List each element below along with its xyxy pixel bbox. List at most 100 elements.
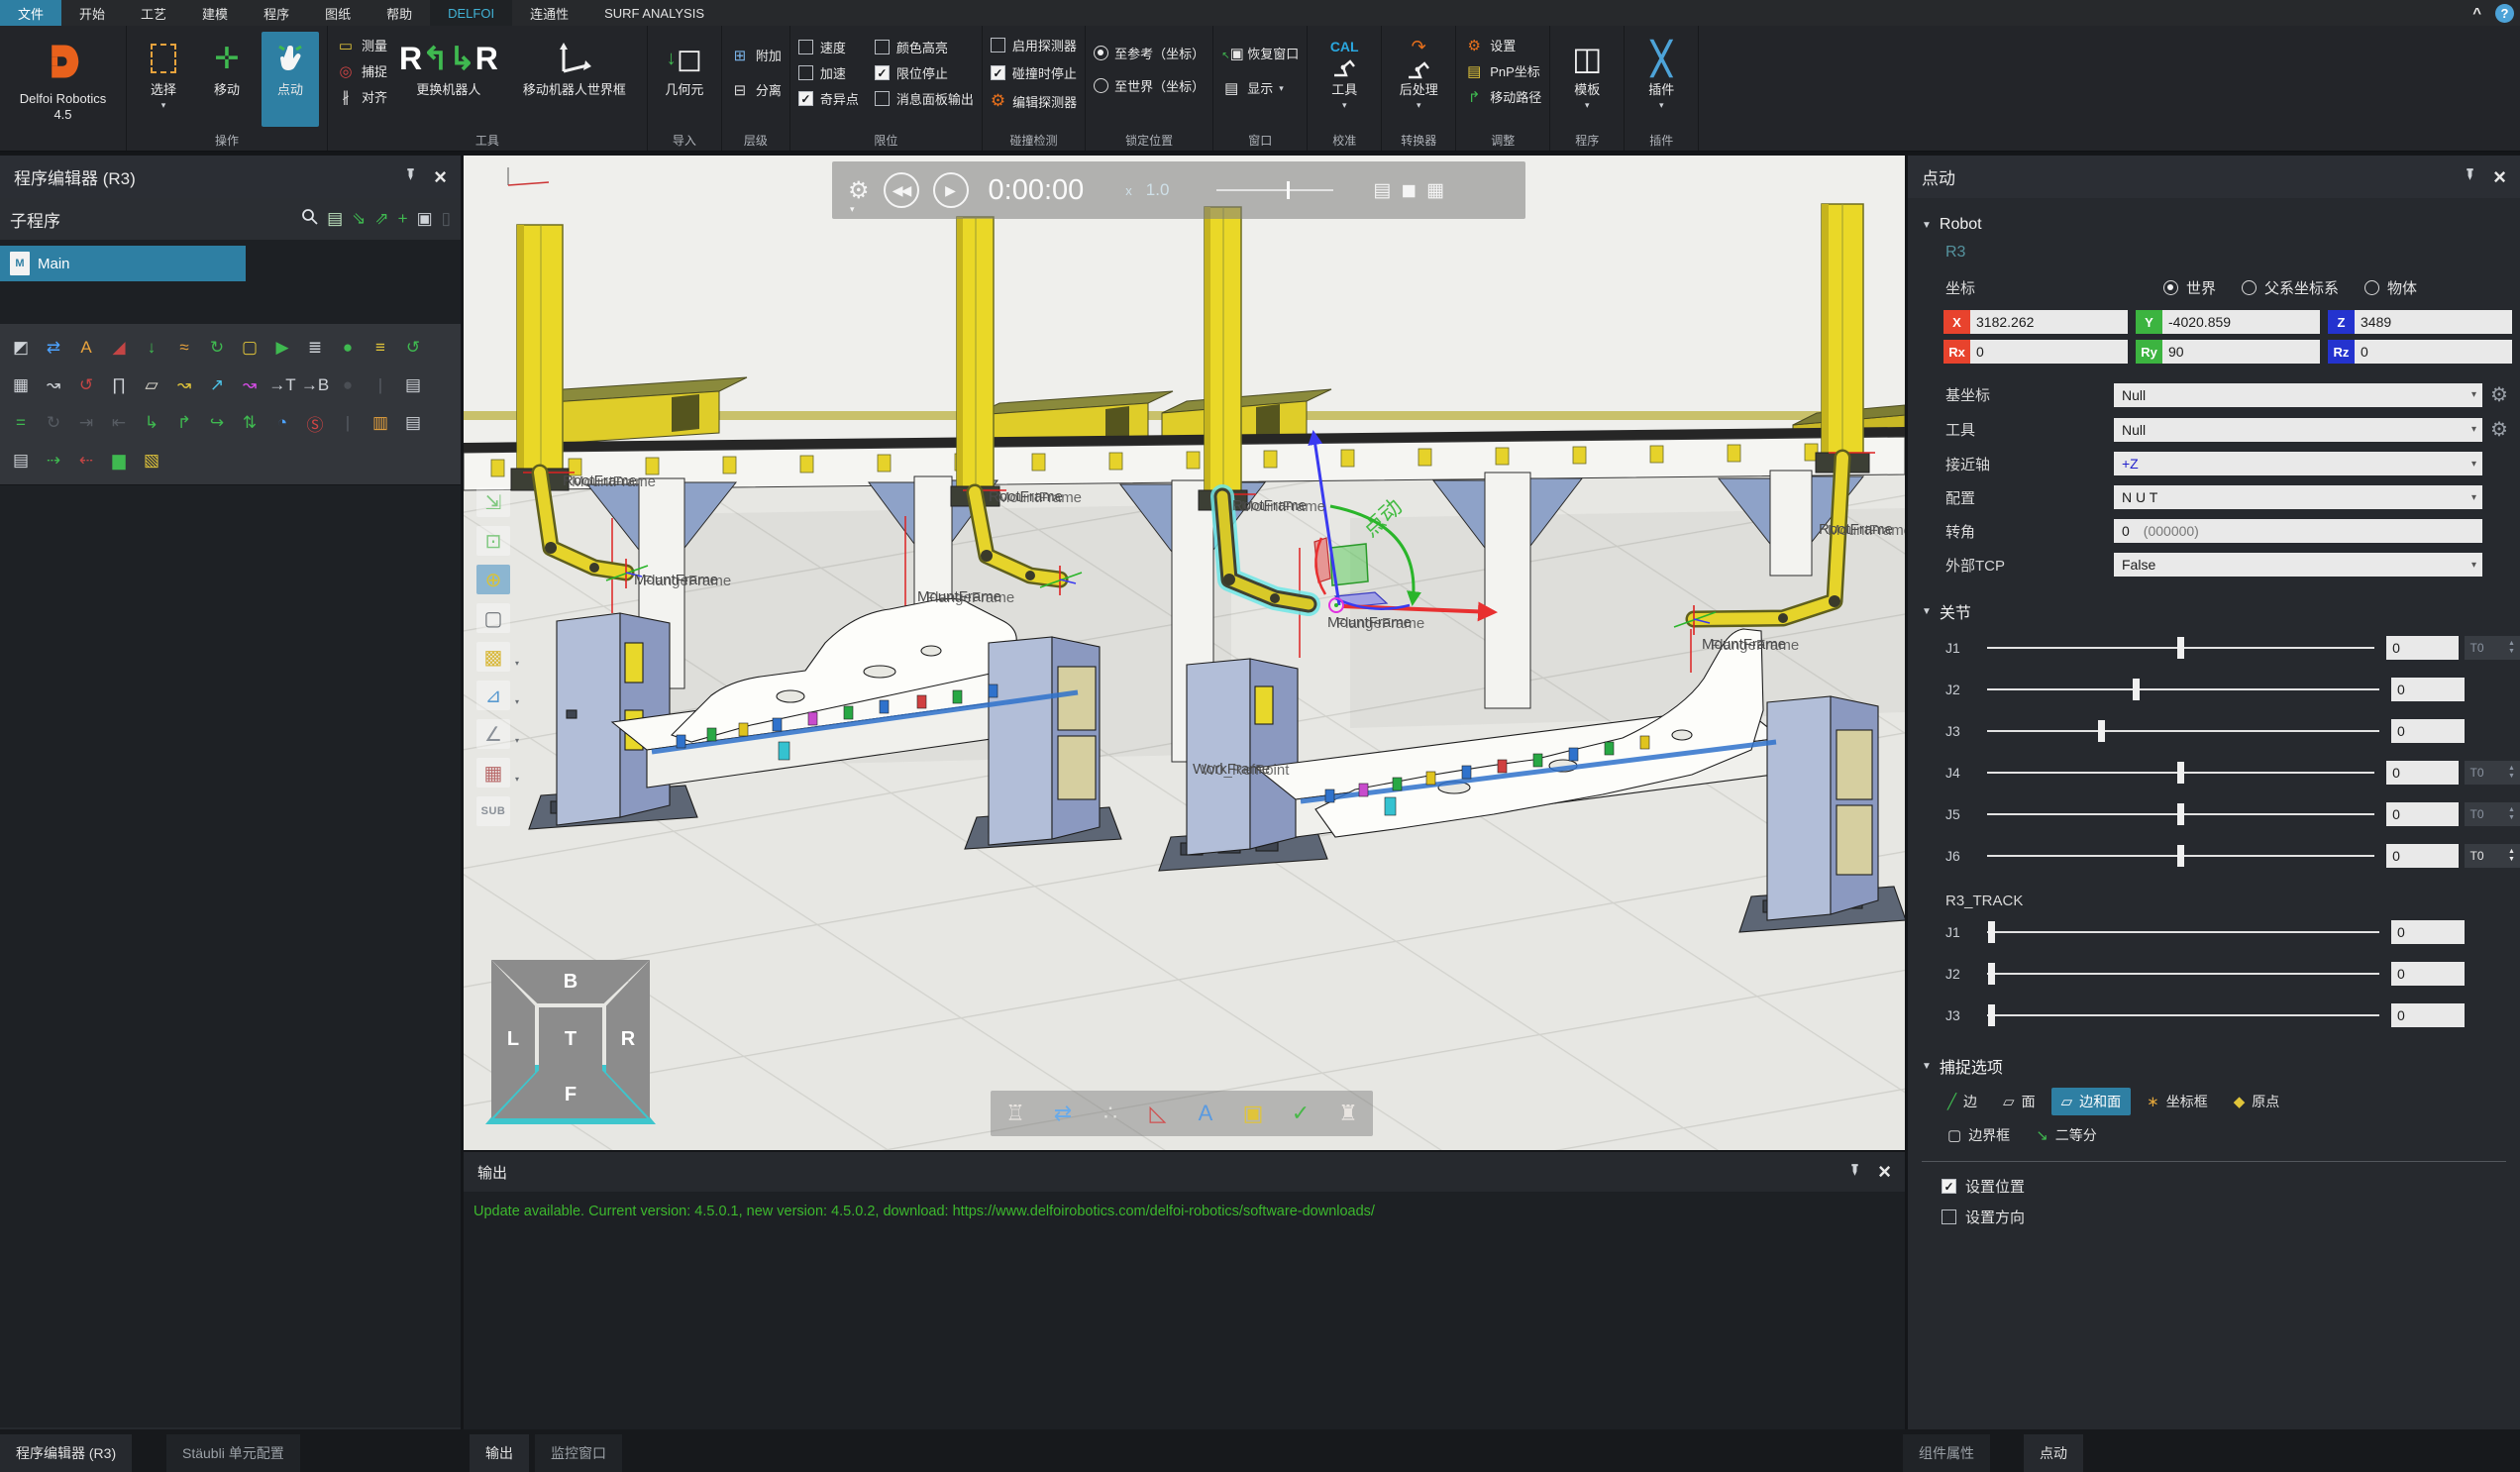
close-icon[interactable]: ×	[434, 166, 447, 188]
spinner-arrows-icon[interactable]: ▲▼	[2508, 806, 2515, 821]
close-icon[interactable]: ×	[2493, 166, 2506, 188]
step-in-icon[interactable]: ⇥	[71, 408, 101, 438]
pose-value[interactable]: 3489	[2355, 310, 2512, 334]
template-button[interactable]: ◫ 模板 ▾	[1558, 32, 1616, 127]
speed-value[interactable]: 1.0	[1146, 180, 1170, 200]
print-icon[interactable]: ▤	[6, 446, 36, 475]
joint-value[interactable]: 0	[2386, 761, 2459, 785]
robot-config-icon[interactable]: ♜	[1331, 1097, 1365, 1130]
expand-view-icon[interactable]: ⇲	[476, 487, 510, 517]
clipboard-icon[interactable]: ▥	[366, 408, 395, 438]
snap-button[interactable]: ◎ 捕捉	[336, 61, 387, 80]
view-cube[interactable]: B L R T F	[485, 954, 656, 1124]
to-world-radio[interactable]: 至世界（坐标）	[1094, 76, 1205, 95]
joint-value[interactable]: 0	[2391, 678, 2465, 701]
up-arrow-icon[interactable]: ▲	[2508, 848, 2515, 856]
joint-slider[interactable]	[1987, 772, 2375, 774]
server-settings-icon[interactable]: ≣	[300, 333, 330, 363]
snap-option-1-3[interactable]: ∗坐标框	[2137, 1088, 2218, 1115]
slider-handle[interactable]	[2098, 720, 2105, 742]
slider-handle[interactable]	[1988, 963, 1995, 985]
rewind-button[interactable]: ◀◀	[884, 172, 919, 208]
prop-value-1[interactable]: Null▾	[2114, 418, 2482, 442]
text-annotation-icon[interactable]: A	[71, 333, 101, 363]
menu-tab-0[interactable]: 文件	[0, 0, 61, 26]
to-reference-radio[interactable]: 至参考（坐标）	[1094, 44, 1205, 62]
slider-handle[interactable]	[2177, 762, 2184, 784]
collapse-ribbon-icon[interactable]: ^	[2472, 5, 2481, 22]
joint-slider[interactable]	[1987, 1014, 2379, 1016]
snap-option-1-0[interactable]: ╱边	[1938, 1088, 1987, 1115]
set-position-checkbox[interactable]: ✓ 设置位置	[1908, 1166, 2520, 1197]
joint-slider[interactable]	[1987, 855, 2375, 857]
prop-value-2[interactable]: +Z▾	[2114, 452, 2482, 475]
stop-icon[interactable]: Ⓢ	[300, 408, 330, 438]
task-list-icon[interactable]: ▤	[327, 209, 343, 229]
branch-down-icon[interactable]: ↳	[137, 408, 166, 438]
slider-handle[interactable]	[2177, 803, 2184, 825]
sub-view-icon[interactable]: SUB	[476, 796, 510, 826]
pin-icon[interactable]	[1847, 1163, 1862, 1182]
postprocess-button[interactable]: ↷ 后处理 ▾	[1390, 32, 1447, 127]
menu-tab-9[interactable]: SURF ANALYSIS	[586, 0, 722, 26]
pose-value[interactable]: 90	[2162, 340, 2320, 364]
set-direction-checkbox[interactable]: 设置方向	[1908, 1197, 2520, 1227]
prop-value-3[interactable]: N U T▾	[2114, 485, 2482, 509]
swap-window-icon[interactable]: ⇄	[1046, 1097, 1080, 1130]
pin-icon[interactable]	[2463, 167, 2477, 187]
output-tab-0[interactable]: 输出	[470, 1434, 529, 1472]
menu-tab-2[interactable]: 工艺	[123, 0, 184, 26]
bar-chart-icon[interactable]: ▆	[104, 446, 134, 475]
path-magenta-icon[interactable]: ↝	[235, 370, 264, 400]
menu-tab-7[interactable]: DELFOI	[430, 0, 512, 26]
wait-icon[interactable]: ◔	[267, 408, 297, 438]
pin-icon[interactable]	[403, 167, 418, 187]
pose-value[interactable]: 0	[1970, 340, 2128, 364]
select-button[interactable]: 选择 ▾	[135, 32, 192, 127]
teach-position-icon[interactable]: ◩	[6, 333, 36, 363]
plugin-button[interactable]: ╳ 插件 ▾	[1632, 32, 1690, 127]
menu-tab-3[interactable]: 建模	[184, 0, 246, 26]
swap-target-icon[interactable]: ⇄	[39, 333, 68, 363]
limit-graph-icon[interactable]: ◺	[1141, 1097, 1175, 1130]
to-base-icon[interactable]: →B	[300, 370, 330, 400]
down-arrow-icon[interactable]: ▼	[2508, 856, 2515, 864]
geometry-button[interactable]: ↓◻ 几何元	[656, 32, 713, 127]
menu-tab-4[interactable]: 程序	[246, 0, 307, 26]
joint-slider[interactable]	[1987, 931, 2379, 933]
menu-tab-1[interactable]: 开始	[61, 0, 123, 26]
circular-move-icon[interactable]: ↻	[202, 333, 232, 363]
insert-point-icon[interactable]: ↓	[137, 333, 166, 363]
io-out-icon[interactable]: ⇠	[71, 446, 101, 475]
pose-value[interactable]: -4020.859	[2162, 310, 2320, 334]
pdf-export-icon[interactable]: ▤	[1373, 179, 1391, 202]
up-arrow-icon[interactable]: ▲	[2508, 640, 2515, 648]
view-cube-top[interactable]: T	[539, 1007, 602, 1071]
frame-select-icon[interactable]: ▣	[1236, 1097, 1270, 1130]
down-arrow-icon[interactable]: ▼	[2508, 773, 2515, 781]
limit-checkbox-1[interactable]: 加速	[798, 63, 859, 82]
slider-handle[interactable]	[1988, 1004, 1995, 1026]
spline-icon[interactable]: ↝	[39, 370, 68, 400]
menu-tab-8[interactable]: 连通性	[512, 0, 586, 26]
sync-icon[interactable]: ⇅	[235, 408, 264, 438]
speed-slider[interactable]	[1216, 189, 1333, 191]
collision-item-1[interactable]: ✓碰撞时停止	[991, 63, 1077, 82]
snap-option-2-0[interactable]: ▢边界框	[1938, 1121, 2020, 1149]
validate-icon[interactable]: ✓	[1284, 1097, 1317, 1130]
move-robot-world-frame-button[interactable]: 移动机器人世界框	[510, 32, 639, 127]
swap-robot-button[interactable]: R↰↳R 更换机器人	[393, 32, 504, 127]
yellow-cube-icon[interactable]: ▧	[137, 446, 166, 475]
help-icon[interactable]: ?	[2495, 4, 2514, 23]
ellipse-move-icon[interactable]: ●	[333, 333, 363, 363]
rotate-move-icon[interactable]: ↺	[398, 333, 428, 363]
sub-doc-icon[interactable]: ▤	[398, 370, 428, 400]
restore-window-button[interactable]: ↖▣ 恢复窗口	[1221, 44, 1299, 62]
joint-slider[interactable]	[1987, 730, 2379, 732]
move-button[interactable]: ✛ 移动	[198, 32, 256, 127]
joint-value[interactable]: 0	[2391, 920, 2465, 944]
limit-checkbox-4[interactable]: ✓限位停止	[875, 63, 974, 82]
joint-value[interactable]: 0	[2386, 844, 2459, 868]
up-arrow-icon[interactable]: ▲	[2508, 806, 2515, 814]
down-arrow-icon[interactable]: ▼	[2508, 814, 2515, 822]
